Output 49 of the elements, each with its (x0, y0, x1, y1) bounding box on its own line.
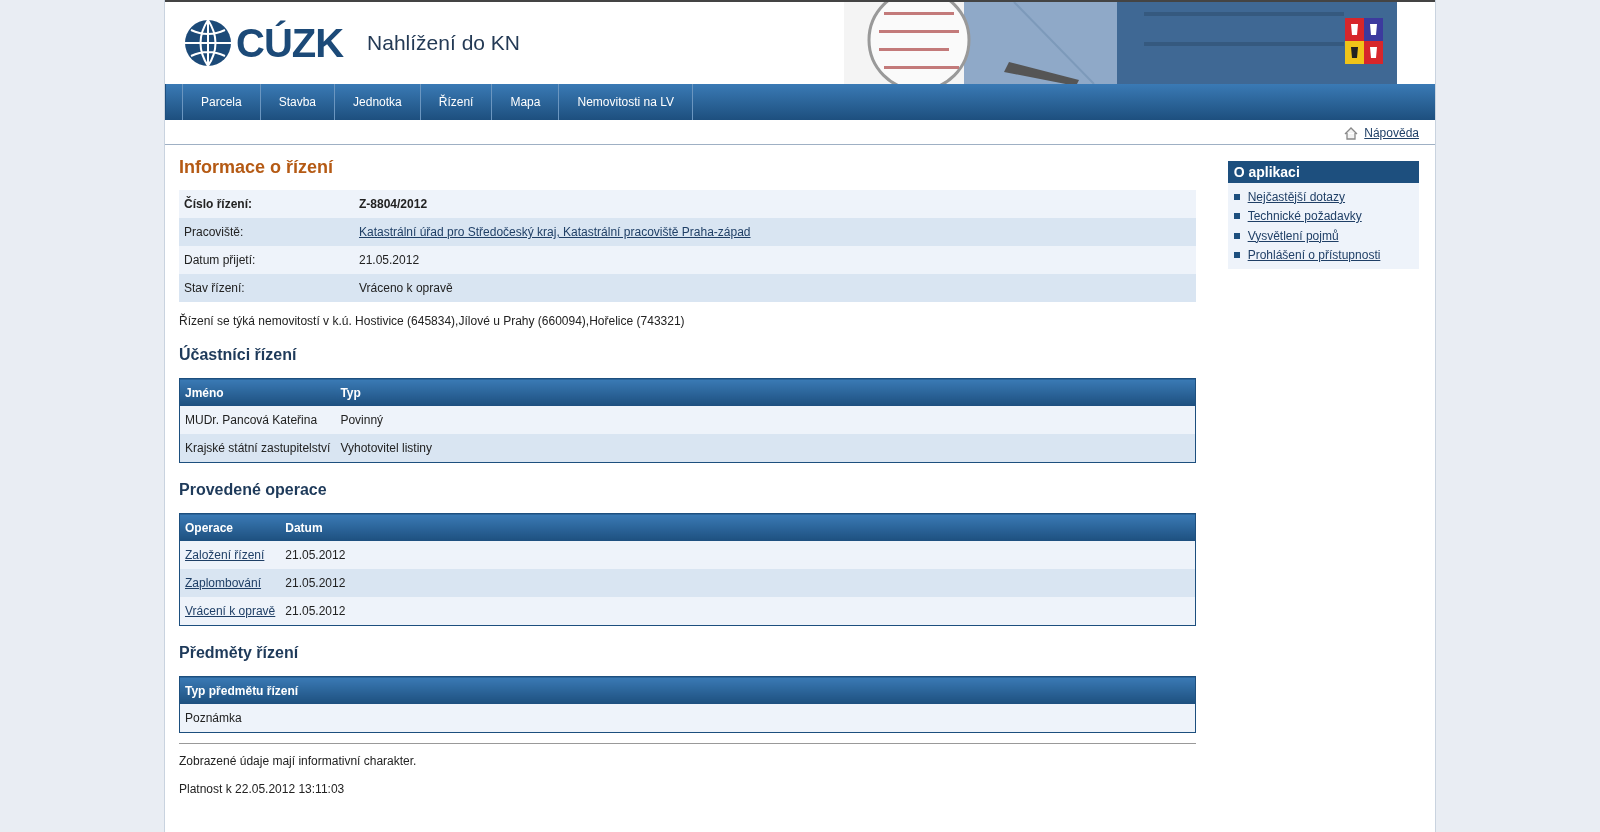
site-title: Nahlížení do KN (367, 31, 520, 55)
table-cell: Poznámka (179, 704, 1196, 733)
field-label: Číslo řízení: (179, 190, 354, 218)
table-cell: Krajské státní zastupitelství (179, 434, 336, 463)
field-label: Datum přijetí: (179, 246, 354, 274)
note-text: Řízení se týká nemovitostí v k.ú. Hostivice (645834),Jílové u Prahy (660094),Hořelice (743321) (179, 314, 686, 328)
page-title: Informace o řízení (179, 157, 335, 178)
sidebar-link[interactable]: Nejčastější dotazy (1247, 189, 1346, 204)
section-heading: Provedené operace (179, 481, 328, 499)
sidebar-title: O aplikaci (1227, 161, 1419, 183)
table-cell: 21.05.2012 (280, 541, 1196, 569)
bullet-icon (1233, 193, 1240, 200)
nav-tab[interactable]: Parcela (182, 84, 260, 120)
column-header: Datum (280, 513, 1196, 541)
nav-tab[interactable]: Nemovitosti na LV (558, 84, 693, 120)
table-cell: Vyhotovitel listiny (335, 434, 1196, 463)
home-icon (1344, 126, 1359, 140)
table-cell: 21.05.2012 (280, 569, 1196, 597)
logo-text: CÚZK (236, 20, 344, 66)
footer-text: Platnost k 22.05.2012 13:11:03 (179, 782, 346, 796)
table-cell: MUDr. Pancová Kateřina (179, 406, 336, 434)
sidebar-link[interactable]: Prohlášení o přístupnosti (1247, 248, 1381, 263)
sidebar-link[interactable]: Technické požadavky (1247, 209, 1362, 224)
bullet-icon (1233, 252, 1240, 259)
field-link[interactable]: Katastrální úřad pro Středočeský kraj, Katastrální pracoviště Praha-západ (354, 218, 1196, 246)
help-link[interactable]: Nápověda (1364, 126, 1419, 140)
column-header: Typ (335, 378, 1196, 406)
column-header: Operace (179, 513, 281, 541)
field-label: Pracoviště: (179, 218, 354, 246)
column-header: Typ předmětu řízení (179, 676, 1196, 704)
section-heading: Předměty řízení (179, 644, 300, 662)
field-value: Z-8804/2012 (354, 190, 1196, 218)
sidebar-link[interactable]: Vysvětlení pojmů (1247, 228, 1339, 243)
globe-icon (183, 18, 233, 68)
footer-text: Zobrazené údaje mají informativní charakter. (179, 754, 418, 768)
bullet-icon (1233, 213, 1240, 220)
nav-tab[interactable]: Mapa (491, 84, 559, 120)
bullet-icon (1233, 232, 1240, 239)
field-label: Stav řízení: (179, 274, 354, 302)
nav-tab[interactable]: Řízení (419, 84, 492, 120)
table-cell: Povinný (335, 406, 1196, 434)
field-value: 21.05.2012 (354, 246, 1196, 274)
nav-tab[interactable]: Jednotka (334, 84, 420, 120)
field-value: Vráceno k opravě (354, 274, 1196, 302)
coat-of-arms-icon (1345, 18, 1383, 64)
column-header: Jméno (179, 378, 336, 406)
section-heading: Účastníci řízení (179, 346, 298, 364)
nav-tab[interactable]: Stavba (259, 84, 335, 120)
table-cell: 21.05.2012 (280, 597, 1196, 626)
